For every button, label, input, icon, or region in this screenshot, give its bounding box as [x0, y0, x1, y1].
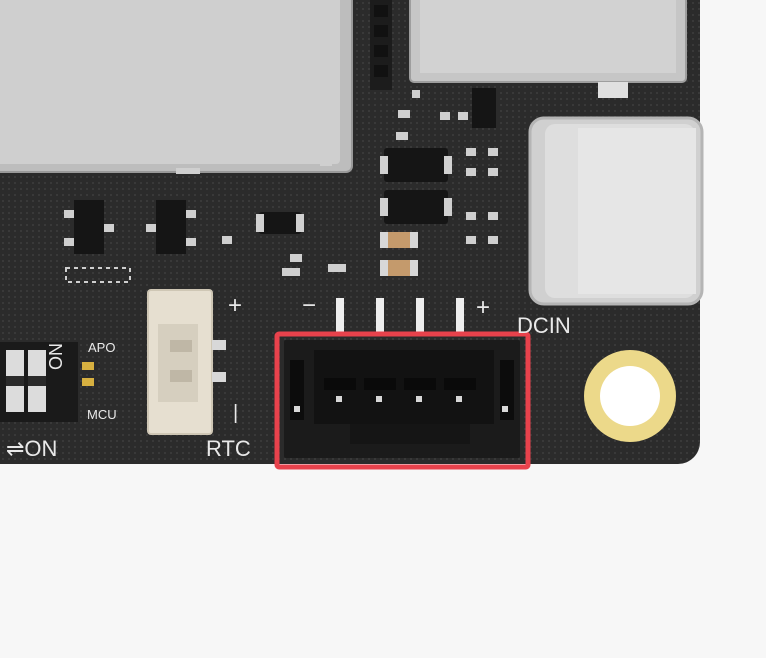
board-photo: RTC DCIN APO MCU ON ⇌ON + − + | [0, 0, 766, 658]
rtc-minus-label: | [233, 402, 239, 424]
dcin-label: DCIN [517, 313, 571, 338]
rtc-plus-label: + [228, 292, 243, 319]
minus-label: − [302, 292, 317, 319]
rtc-label: RTC [206, 436, 251, 461]
board-components [0, 0, 704, 470]
switch-on-label: ⇌ON [6, 436, 58, 461]
apo-label: APO [88, 340, 116, 355]
plus-label: + [476, 294, 491, 321]
mcu-label: MCU [87, 407, 117, 422]
dip-on-label: ON [46, 343, 66, 370]
